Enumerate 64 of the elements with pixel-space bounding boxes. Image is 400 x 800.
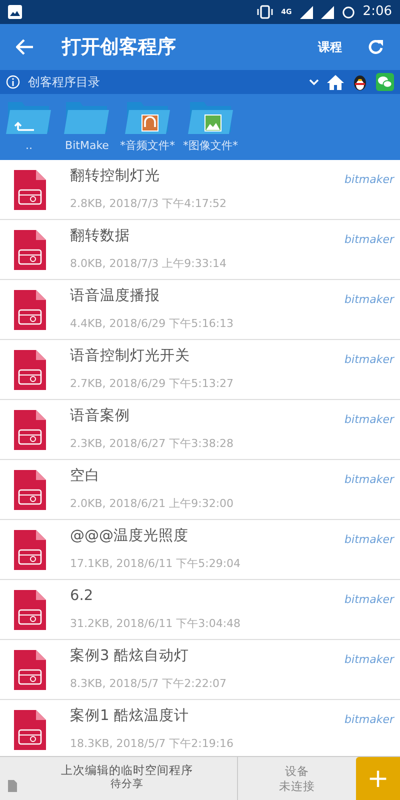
author-label: bitmaker (344, 592, 394, 608)
refresh-icon[interactable] (368, 39, 384, 55)
folder-icon[interactable] (124, 100, 170, 134)
file-icon (14, 530, 46, 570)
author-label: bitmaker (344, 412, 394, 428)
author-label: bitmaker (344, 292, 394, 308)
clock: 2:06 (362, 3, 392, 22)
file-icon (14, 170, 46, 210)
file-name[interactable]: 语音温度播报 (70, 286, 234, 308)
file-icon (14, 230, 46, 270)
file-name[interactable]: 翻转数据 (70, 226, 227, 248)
file-name[interactable]: 空白 (70, 466, 234, 488)
image-notification-icon (8, 5, 22, 19)
file-name[interactable]: 语音控制灯光开关 (70, 346, 234, 368)
course-link[interactable]: 课程 (318, 38, 342, 56)
info-icon[interactable] (6, 75, 20, 89)
file-name[interactable]: 案例1 酷炫温度计 (70, 706, 234, 728)
connection-status: 未连接 (279, 778, 315, 794)
temp-program-title[interactable]: 上次编辑的临时空间程序 (61, 763, 193, 778)
author-label: bitmaker (344, 472, 394, 488)
folder-icon[interactable] (188, 100, 234, 134)
file-details: 8.3KB, 2018/5/7 下午2:22:07 (70, 676, 227, 692)
file-icon (14, 710, 46, 750)
file-details: 2.0KB, 2018/6/21 上午9:32:00 (70, 496, 234, 512)
file-details: 31.2KB, 2018/6/11 下午3:04:48 (70, 616, 241, 632)
file-name[interactable]: 翻转控制灯光 (70, 166, 227, 188)
file-details: 4.4KB, 2018/6/29 下午5:16:13 (70, 316, 234, 332)
device-label: 设备 (285, 764, 309, 778)
folder-icon[interactable] (6, 100, 52, 134)
loading-icon (342, 6, 355, 18)
file-details: 2.8KB, 2018/7/3 下午4:17:52 (70, 196, 227, 212)
author-label: bitmaker (344, 172, 394, 188)
file-icon (14, 410, 46, 450)
file-details: 17.1KB, 2018/6/11 下午5:29:04 (70, 556, 241, 572)
file-icon (14, 350, 46, 390)
home-icon[interactable] (327, 74, 344, 90)
author-label: bitmaker (344, 532, 394, 548)
file-name[interactable]: 语音案例 (70, 406, 234, 428)
chat-bubbles-icon[interactable] (376, 73, 394, 91)
page-title: 打开创客程序 (62, 34, 176, 60)
author-label: bitmaker (344, 352, 394, 368)
directory-label: 创客程序目录 (28, 74, 100, 91)
file-name[interactable]: 案例3 酷炫自动灯 (70, 646, 227, 668)
file-icon (14, 470, 46, 510)
author-label: bitmaker (344, 652, 394, 668)
share-status: 待分享 (110, 778, 144, 792)
file-details: 18.3KB, 2018/5/7 下午2:19:16 (70, 736, 234, 752)
signal-icon (320, 6, 334, 18)
chevron-down-icon[interactable] (309, 78, 319, 86)
file-details: 2.3KB, 2018/6/27 下午3:38:28 (70, 436, 234, 452)
file-icon (14, 590, 46, 630)
file-details: 2.7KB, 2018/6/29 下午5:13:27 (70, 376, 234, 392)
file-details: 8.0KB, 2018/7/3 上午9:33:14 (70, 256, 227, 272)
signal-icon (300, 6, 313, 18)
vibrate-icon (257, 5, 274, 19)
file-icon (14, 650, 46, 690)
back-arrow-icon[interactable] (16, 39, 34, 55)
file-icon (14, 290, 46, 330)
author-label: bitmaker (344, 712, 394, 728)
file-name[interactable]: 6.2 (70, 586, 241, 608)
file-name[interactable]: @@@温度光照度 (70, 526, 241, 548)
penguin-icon[interactable] (352, 73, 368, 91)
author-label: bitmaker (344, 232, 394, 248)
document-icon (8, 780, 17, 792)
